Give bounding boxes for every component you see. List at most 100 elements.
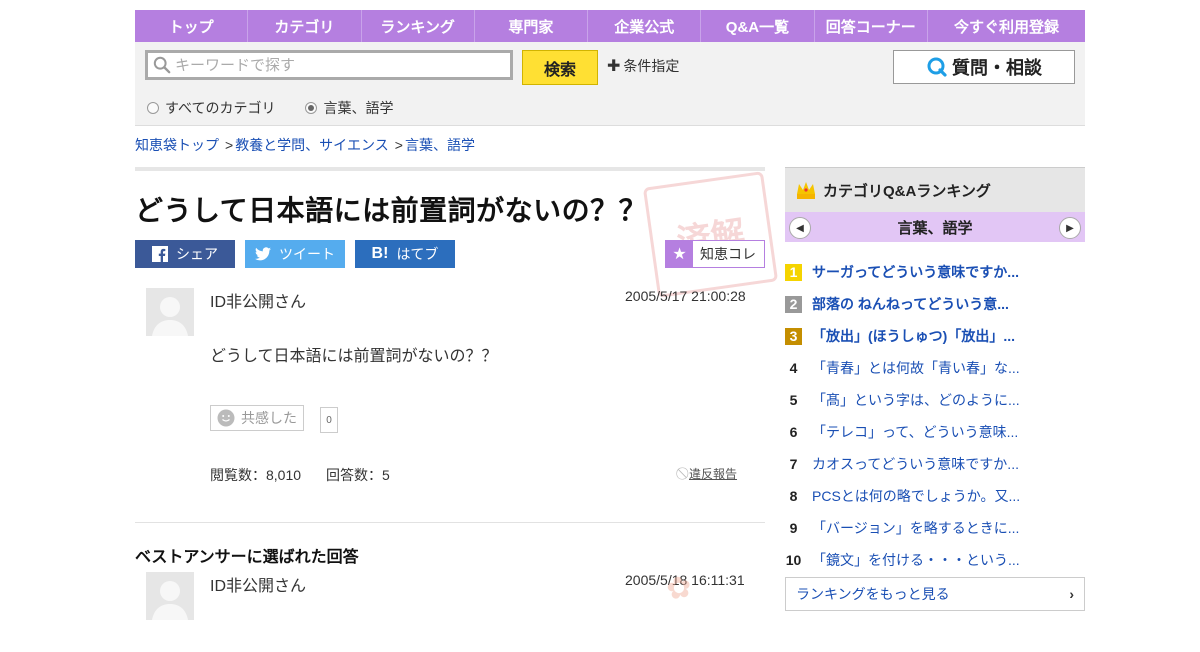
ranking-link[interactable]: 「青春」とは何故「青い春」な... [812, 358, 1020, 378]
ranking-link[interactable]: サーガってどういう意味ですか... [812, 262, 1019, 282]
facebook-share-button[interactable]: シェア [135, 240, 235, 268]
nav-qa-list[interactable]: Q&A一覧 [701, 10, 815, 42]
list-item: 5 「髙」という字は、どのように... [785, 384, 1085, 416]
question-body: どうして日本語には前置詞がないの？？ [210, 348, 498, 365]
chie-colle-label: 知恵コレ [700, 246, 756, 262]
radio-off-icon [147, 102, 159, 114]
nav-register[interactable]: 今すぐ利用登録 [928, 10, 1085, 42]
facebook-icon [152, 246, 168, 262]
prev-arrow-icon[interactable]: ◀ [789, 217, 811, 239]
nav-ranking[interactable]: ランキング [362, 10, 475, 42]
chie-colle-button[interactable]: ★ 知恵コレ [665, 240, 765, 268]
question-date: 2005/5/17 21:00:28 [625, 288, 746, 304]
hatena-share-label: はてブ [396, 246, 439, 262]
twitter-icon [255, 247, 271, 261]
breadcrumb-item[interactable]: 教養と学問、サイエンス [235, 137, 389, 153]
rank-number: 9 [789, 520, 798, 536]
breadcrumb-separator: > [394, 137, 403, 153]
default-user-icon [146, 288, 194, 336]
ranking-category-bar: ◀ 言葉、語学 ▶ [785, 212, 1085, 242]
list-item: 8 PCSとは何の略でしょうか。又... [785, 480, 1085, 512]
ranking-header: カテゴリQ&Aランキング [785, 167, 1085, 212]
report-link[interactable]: ⃠ 違反報告 [685, 465, 737, 482]
list-item: 4 「青春」とは何故「青い春」な... [785, 352, 1085, 384]
ranking-title: カテゴリQ&Aランキング [823, 182, 991, 200]
nav-top[interactable]: トップ [135, 10, 249, 42]
empathy-button[interactable]: 共感した [210, 405, 304, 431]
facebook-share-label: シェア [176, 246, 218, 262]
q-icon [927, 57, 947, 77]
condition-button[interactable]: ✚ 条件指定 [607, 56, 679, 76]
list-item: 1 サーガってどういう意味ですか... [785, 256, 1085, 288]
rank-number: 5 [789, 392, 798, 408]
radio-all-label: すべてのカテゴリ [165, 100, 276, 116]
smile-icon [217, 409, 235, 427]
ranking-link[interactable]: カオスってどういう意味ですか... [812, 454, 1019, 474]
twitter-share-button[interactable]: ツイート [245, 240, 345, 268]
view-count: 閲覧数：8,010 [210, 467, 302, 483]
nav-official[interactable]: 企業公式 [588, 10, 702, 42]
question-user-name[interactable]: ID非公開さん [210, 288, 306, 312]
ask-question-label: 質問・相談 [952, 58, 1042, 78]
hatena-share-button[interactable]: B! はてブ [355, 240, 455, 268]
more-ranking-label: ランキングをもっと見る [796, 586, 950, 602]
rank-number: 4 [789, 360, 798, 376]
ranking-category: 言葉、語学 [897, 219, 973, 237]
radio-on-icon [305, 102, 318, 114]
search-button[interactable]: 検索 [522, 50, 598, 85]
ranking-link[interactable]: PCSとは何の略でしょうか。又... [812, 486, 1020, 506]
condition-label: 条件指定 [623, 58, 680, 74]
crown-icon [797, 182, 815, 199]
radio-current-label: 言葉、語学 [323, 100, 394, 116]
rank-number: 8 [789, 488, 798, 504]
report-label: 違反報告 [689, 467, 738, 481]
rank-badge: 1 [785, 263, 802, 281]
radio-all-categories[interactable]: すべてのカテゴリ [147, 98, 275, 118]
section-divider [135, 522, 765, 523]
ranking-link[interactable]: 「鏡文」を付ける・・・という... [812, 550, 1020, 570]
ranking-link[interactable]: 「テレコ」って、どういう意味... [812, 422, 1018, 442]
breadcrumb-separator: > [225, 137, 234, 153]
main-content: 済解 どうして日本語には前置詞がないの？？ シェア ツイート B! はてブ ★ … [135, 167, 779, 620]
plus-icon: ✚ [607, 58, 621, 75]
list-item: 10 「鏡文」を付ける・・・という... [785, 544, 1085, 576]
share-buttons: シェア ツイート B! はてブ [135, 240, 455, 268]
breadcrumb-item[interactable]: 知恵袋トップ [135, 137, 219, 153]
best-answer-stamp-icon: ✿ [663, 570, 695, 607]
star-icon: ★ [666, 241, 693, 267]
avatar [146, 572, 194, 620]
empathy-label: 共感した [241, 410, 297, 426]
answer-user-name[interactable]: ID非公開さん [210, 572, 306, 596]
best-answer-heading: ベストアンサーに選ばれた回答 [135, 549, 359, 566]
ranking-link[interactable]: 「髙」という字は、どのように... [812, 390, 1020, 410]
twitter-share-label: ツイート [279, 246, 335, 262]
list-item: 9 「バージョン」を略するときに... [785, 512, 1085, 544]
search-field-wrapper [145, 50, 513, 80]
search-input[interactable] [171, 55, 510, 75]
nav-category[interactable]: カテゴリ [248, 10, 362, 42]
ranking-link[interactable]: 部落の ねんねってどういう意... [812, 294, 1009, 314]
answer-count: 回答数：5 [326, 467, 390, 483]
breadcrumb: 知恵袋トップ > 教養と学問、サイエンス > 言葉、語学 [135, 135, 475, 155]
rank-badge: 3 [785, 327, 802, 345]
avatar [146, 288, 194, 336]
default-user-icon [146, 572, 194, 620]
question-stats: 閲覧数：8,010 回答数：5 [210, 465, 390, 485]
ask-question-button[interactable]: 質問・相談 [893, 50, 1075, 84]
rank-number: 7 [789, 456, 798, 472]
more-ranking-button[interactable]: ランキングをもっと見る › [785, 577, 1085, 611]
next-arrow-icon[interactable]: ▶ [1059, 217, 1081, 239]
list-item: 2 部落の ねんねってどういう意... [785, 288, 1085, 320]
rank-number: 6 [789, 424, 798, 440]
radio-current-category[interactable]: 言葉、語学 [305, 98, 393, 118]
ranking-link[interactable]: 「バージョン」を略するときに... [812, 518, 1019, 538]
breadcrumb-item[interactable]: 言葉、語学 [405, 137, 475, 153]
nav-answer-corner[interactable]: 回答コーナー [815, 10, 928, 42]
chevron-right-icon: › [1069, 586, 1074, 602]
top-nav: トップ カテゴリ ランキング 専門家 企業公式 Q&A一覧 回答コーナー 今すぐ… [135, 10, 1085, 42]
ranking-sidebar: カテゴリQ&Aランキング ◀ 言葉、語学 ▶ 1 サーガってどういう意味ですか..… [785, 167, 1085, 611]
nav-experts[interactable]: 専門家 [475, 10, 589, 42]
main-top-border [135, 167, 765, 171]
ranking-link[interactable]: 「放出」(ほうしゅつ)「放出」... [812, 326, 1015, 346]
list-item: 7 カオスってどういう意味ですか... [785, 448, 1085, 480]
